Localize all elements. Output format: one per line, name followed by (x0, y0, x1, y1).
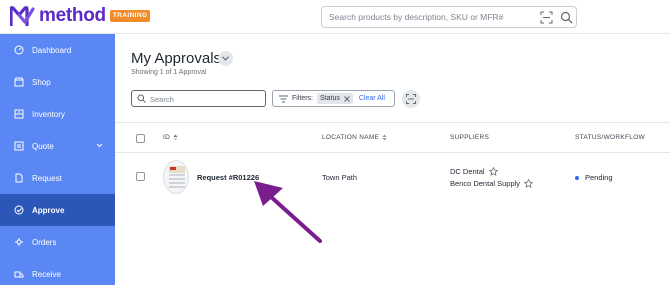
approve-icon (14, 205, 24, 215)
status-text: Pending (585, 173, 613, 182)
orders-icon (15, 238, 23, 246)
sidebar-item-dashboard[interactable]: Dashboard (0, 34, 115, 66)
sidebar-item-label: Shop (32, 77, 51, 87)
sidebar-item-shop[interactable]: Shop (0, 66, 115, 98)
sidebar-item-label: Dashboard (32, 45, 72, 55)
column-header-id[interactable]: ID (163, 134, 178, 141)
sidebar-item-approve[interactable]: Approve (0, 194, 115, 226)
quote-icon (14, 141, 24, 151)
search-icon (137, 94, 146, 103)
title-dropdown-button[interactable] (218, 51, 233, 66)
chip-label: Status (320, 95, 340, 102)
status-cell: Pending (575, 173, 613, 182)
sidebar-item-label: Receive (32, 269, 61, 279)
star-icon[interactable] (488, 167, 498, 176)
chevron-down-icon (96, 143, 103, 148)
product-search-placeholder: Search products by description, SKU or M… (329, 12, 504, 22)
sidebar-item-label: Quote (32, 141, 54, 151)
supplier-item: Benco Dental Supply (450, 179, 534, 188)
filter-icon[interactable] (279, 95, 288, 103)
column-header-status[interactable]: STATUS/WORKFLOW (575, 134, 645, 141)
star-icon[interactable] (524, 179, 534, 188)
sidebar-item-inventory[interactable]: Inventory (0, 98, 115, 130)
status-dot (575, 175, 579, 180)
sort-icon (382, 134, 387, 141)
logo-text: method (39, 5, 106, 26)
training-badge: TRAINING (109, 10, 151, 22)
sidebar-item-request[interactable]: Request (0, 162, 115, 194)
sidebar-item-receive[interactable]: Receive (0, 258, 115, 285)
main-content: My Approvals Showing 1 of 1 Approval Sea… (115, 34, 670, 285)
sidebar-item-label: Inventory (32, 109, 65, 119)
column-header-label: STATUS/WORKFLOW (575, 134, 645, 141)
product-thumbnail (163, 160, 189, 194)
inventory-icon (14, 109, 24, 119)
column-header-suppliers: SUPPLIERS (450, 134, 489, 141)
supplier-name: DC Dental (450, 167, 485, 176)
filters-label: Filters: (292, 95, 313, 102)
logo[interactable]: method TRAINING (10, 5, 151, 26)
top-bar: method TRAINING Search products by descr… (0, 0, 670, 34)
supplier-item: DC Dental (450, 167, 498, 176)
request-link[interactable]: Request #R01226 (197, 173, 259, 182)
product-image-icon (169, 166, 185, 188)
column-header-label: LOCATION NAME (322, 134, 380, 141)
sidebar-item-label: Approve (32, 205, 65, 215)
close-icon[interactable] (344, 95, 350, 102)
scan-button[interactable] (402, 90, 420, 108)
dashboard-icon (14, 45, 24, 55)
sort-icon (173, 134, 178, 141)
page-title: My Approvals (131, 50, 222, 67)
method-logo-icon (10, 6, 35, 26)
result-count: Showing 1 of 1 Approval (131, 69, 207, 76)
approvals-search-input[interactable]: Search (131, 90, 266, 107)
column-header-label: ID (163, 134, 171, 141)
request-icon (15, 173, 23, 183)
product-search-input[interactable]: Search products by description, SKU or M… (321, 6, 577, 28)
sidebar-item-label: Request (32, 173, 62, 183)
table-row[interactable]: Request #R01226 Town Path DC Dental Benc… (115, 153, 670, 201)
shop-icon (14, 77, 24, 87)
row-checkbox[interactable] (136, 172, 145, 181)
sidebar-item-quote[interactable]: Quote (0, 130, 115, 162)
search-icon[interactable] (560, 11, 573, 24)
sidebar-item-label: Orders (32, 237, 57, 247)
location-cell: Town Path (322, 173, 358, 182)
column-header-label: SUPPLIERS (450, 134, 490, 141)
chevron-down-icon (222, 56, 229, 61)
table-header: ID LOCATION NAME SUPPLIERS STATUS/WORKFL… (115, 122, 670, 153)
sidebar-item-orders[interactable]: Orders (0, 226, 115, 258)
status-filter-chip[interactable]: Status (317, 93, 353, 104)
sidebar: Dashboard Shop Inventory Quote Request A… (0, 34, 115, 285)
barcode-scan-icon (406, 94, 416, 104)
supplier-name: Benco Dental Supply (450, 179, 521, 188)
column-header-location[interactable]: LOCATION NAME (322, 134, 387, 141)
filters-bar: Filters: Status Clear All (272, 90, 395, 107)
select-all-checkbox[interactable] (136, 134, 145, 143)
receive-icon (14, 271, 24, 278)
clear-all-link[interactable]: Clear All (359, 95, 385, 102)
search-placeholder: Search (150, 95, 174, 104)
barcode-scan-icon[interactable] (540, 11, 553, 24)
